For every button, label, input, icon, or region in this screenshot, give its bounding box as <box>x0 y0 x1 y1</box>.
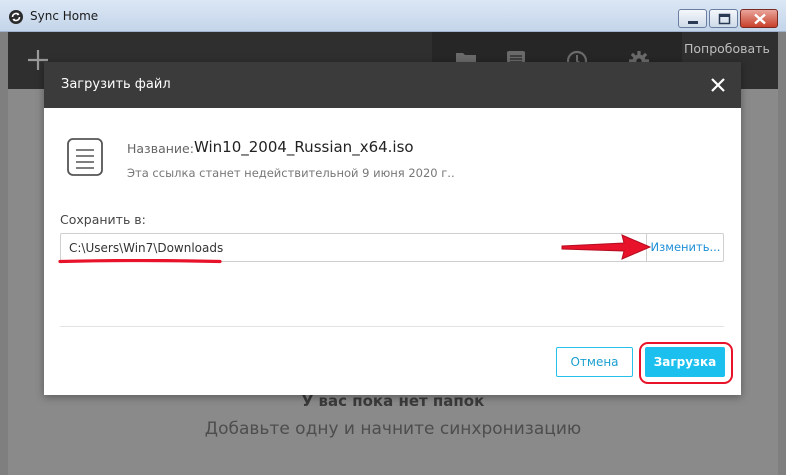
window-titlebar: Sync Home <box>0 0 786 32</box>
change-folder-button[interactable]: Изменить... <box>646 234 724 261</box>
window-close-button[interactable] <box>740 9 778 28</box>
red-arrow-icon <box>561 234 652 260</box>
maximize-icon <box>718 13 731 25</box>
upload-button[interactable]: Загрузка <box>645 347 725 377</box>
save-path-input[interactable] <box>61 234 646 261</box>
maximize-button[interactable] <box>709 9 738 28</box>
dialog-close-icon[interactable] <box>710 77 726 93</box>
file-name-value: Win10_2004_Russian_x64.iso <box>194 138 414 156</box>
document-icon <box>67 138 103 176</box>
upload-file-dialog: Загрузить файл Название: Win10_2004_Russ… <box>44 62 741 395</box>
save-to-label: Сохранить в: <box>60 212 146 227</box>
sync-app-icon <box>9 10 23 24</box>
minimize-button[interactable] <box>678 9 707 28</box>
file-name-label: Название: <box>127 141 194 156</box>
dialog-divider <box>60 326 724 327</box>
minimize-icon <box>688 21 698 24</box>
empty-state-subtitle: Добавьте одну и начните синхронизацию <box>204 419 582 439</box>
annotation-underline <box>58 259 222 264</box>
dialog-title: Загрузить файл <box>61 77 171 92</box>
link-expiry-note: Эта ссылка станет недействительной 9 июн… <box>127 166 455 180</box>
dialog-header: Загрузить файл <box>44 62 741 108</box>
try-link[interactable]: Попробовать <box>684 41 770 56</box>
cancel-button[interactable]: Отмена <box>556 347 633 377</box>
window-title: Sync Home <box>30 9 99 23</box>
close-icon <box>754 13 766 25</box>
sync-home-window: Sync Home Попробовать У вас пока нет пап… <box>0 0 786 475</box>
